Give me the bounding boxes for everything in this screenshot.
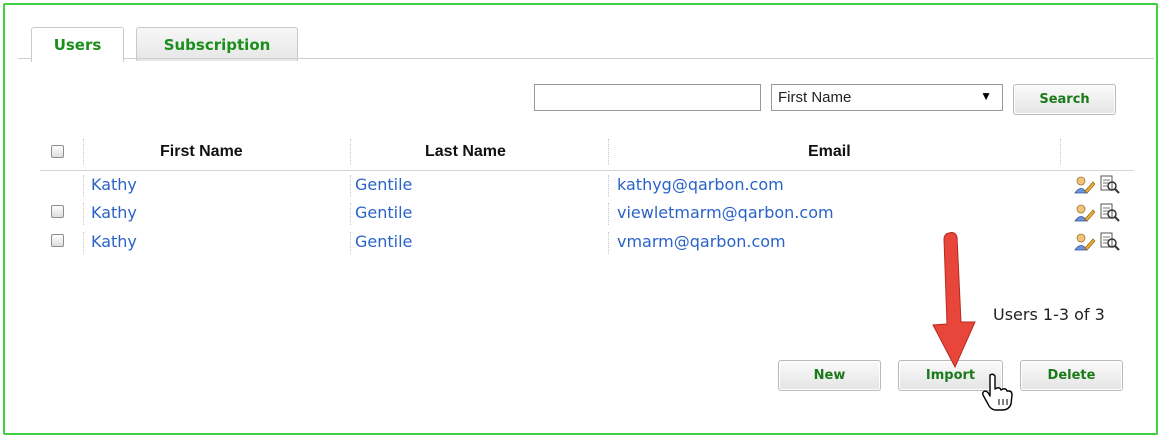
tab-users[interactable]: Users (31, 27, 124, 62)
column-header-last-name[interactable]: Last Name (425, 143, 506, 161)
view-details-icon[interactable] (1099, 175, 1121, 195)
row-checkbox[interactable] (51, 234, 64, 247)
row-first-name[interactable]: Kathy (91, 232, 137, 251)
row-first-name[interactable]: Kathy (91, 203, 137, 222)
column-separator (608, 139, 609, 165)
tab-users-label: Users (53, 36, 102, 54)
column-separator (350, 232, 351, 254)
dropdown-caret-icon: ▼ (980, 89, 992, 103)
row-last-name[interactable]: Gentile (355, 232, 412, 251)
pagination-summary: Users 1-3 of 3 (993, 305, 1105, 324)
row-email[interactable]: vmarm@qarbon.com (617, 232, 786, 251)
row-last-name[interactable]: Gentile (355, 203, 412, 222)
pointer-hand-cursor-icon (982, 373, 1013, 411)
edit-user-icon[interactable] (1073, 203, 1095, 223)
column-separator (350, 175, 351, 197)
column-separator (83, 203, 84, 225)
column-separator (608, 203, 609, 225)
search-button[interactable]: Search (1013, 84, 1116, 115)
column-separator (83, 232, 84, 254)
column-separator (83, 139, 84, 165)
tab-subscription-label: Subscription (163, 35, 271, 54)
view-details-icon[interactable] (1099, 232, 1121, 252)
column-header-first-name[interactable]: First Name (160, 143, 243, 161)
row-last-name[interactable]: Gentile (355, 175, 412, 194)
tab-subscription[interactable]: Subscription (136, 27, 298, 61)
delete-button-label: Delete (1047, 368, 1096, 383)
red-arrow-annotation (932, 232, 976, 369)
view-details-icon[interactable] (1099, 203, 1121, 223)
column-separator (608, 232, 609, 254)
column-separator (350, 139, 351, 165)
users-panel: Users Subscription First Name ▼ Search F… (3, 3, 1158, 435)
delete-button[interactable]: Delete (1020, 360, 1123, 391)
column-separator (350, 203, 351, 225)
row-first-name[interactable]: Kathy (91, 175, 137, 194)
new-button-label: New (813, 368, 846, 383)
column-header-email[interactable]: Email (808, 143, 851, 161)
search-button-label: Search (1039, 92, 1090, 107)
edit-user-icon[interactable] (1073, 175, 1095, 195)
header-divider (40, 170, 1134, 171)
new-button[interactable]: New (778, 360, 881, 391)
tab-divider (18, 58, 1154, 59)
search-field-select[interactable]: First Name ▼ (771, 84, 1003, 111)
column-separator (608, 175, 609, 197)
select-all-checkbox[interactable] (51, 145, 64, 158)
search-input[interactable] (534, 84, 761, 111)
edit-user-icon[interactable] (1073, 232, 1095, 252)
row-email[interactable]: viewletmarm@qarbon.com (617, 203, 834, 222)
column-separator (1060, 139, 1061, 165)
row-checkbox[interactable] (51, 205, 64, 218)
row-email[interactable]: kathyg@qarbon.com (617, 175, 784, 194)
search-field-selected: First Name (778, 89, 852, 106)
column-separator (83, 175, 84, 197)
